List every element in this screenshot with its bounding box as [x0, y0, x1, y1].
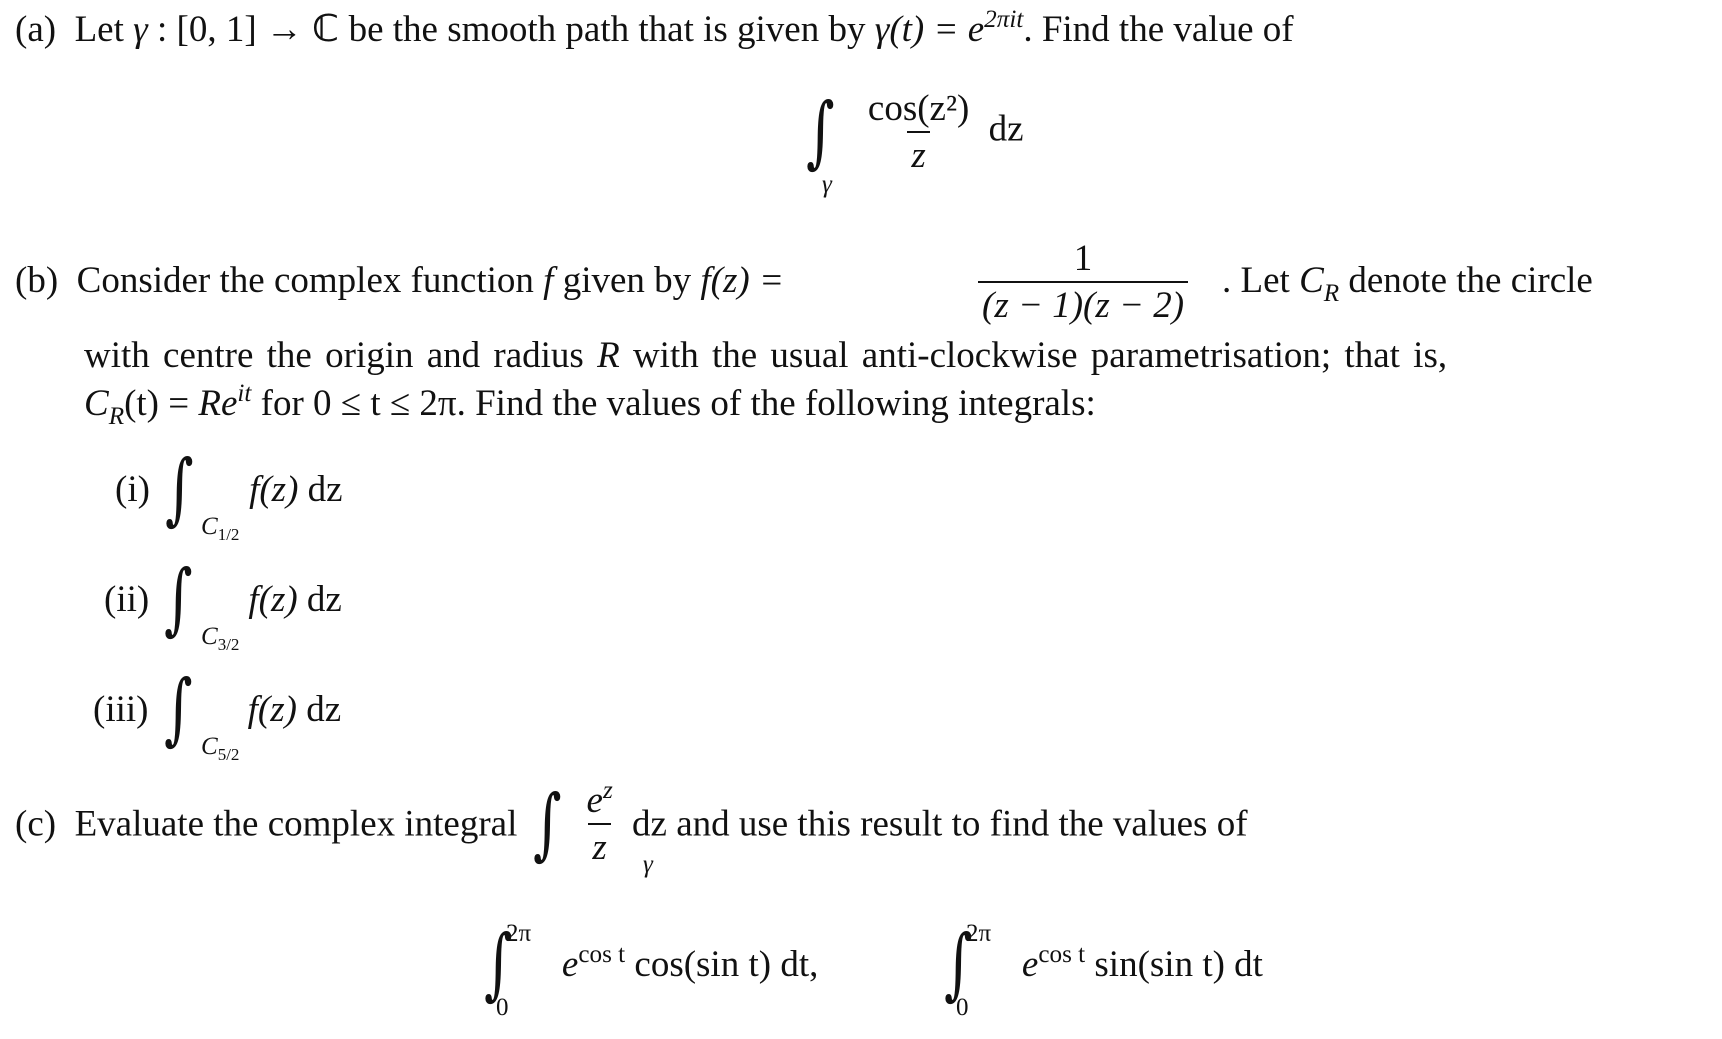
part-a-label: (a): [15, 9, 57, 50]
complex-plane-symbol: ℂ: [312, 7, 340, 50]
part-b-statement: (b) Consider the complex function f give…: [15, 260, 784, 301]
integral-sign: ∫: [532, 779, 562, 869]
part-b-statement-tail: . Let CR denote the circle: [1222, 260, 1593, 307]
part-b-line-2: with centre the origin and radius R with…: [84, 335, 1448, 376]
part-b-label: (b): [15, 260, 59, 301]
integral-sign: ∫: [806, 87, 835, 177]
part-b-fraction: 1 (z − 1)(z − 2): [978, 240, 1189, 324]
real-integral-sin: ∫ 2π 0 ecos t sin(sin t) dt: [944, 919, 1263, 1021]
integrand-fraction: cos(z²) z: [867, 88, 970, 176]
part-b-item-ii: (ii) ∫ C3/2 f(z) dz: [104, 554, 342, 654]
part-b-item-iii: (iii) ∫ C5/2 f(z) dz: [93, 664, 342, 764]
integral-sign: ∫: [163, 664, 193, 754]
part-c-statement: (c) Evaluate the complex integral ∫ γ ez…: [15, 777, 1248, 878]
real-integral-cos: ∫ 2π 0 ecos t cos(sin t) dt,: [484, 919, 819, 1021]
integral-sign: ∫: [164, 554, 193, 644]
part-c-label: (c): [15, 803, 57, 845]
part-a-integral: ∫ γ cos(z²) z dz: [806, 87, 1024, 198]
part-b-item-i: (i) ∫ C1/2 f(z) dz: [115, 444, 343, 544]
part-b-line-3: CR(t) = Reit for 0 ≤ t ≤ 2π. Find the va…: [84, 380, 1096, 430]
integral-sign: ∫: [165, 444, 194, 534]
part-a-statement: (a) Let γ : [0, 1] → ℂ be the smooth pat…: [15, 6, 1294, 50]
integrand-fraction: ez z: [586, 777, 613, 868]
